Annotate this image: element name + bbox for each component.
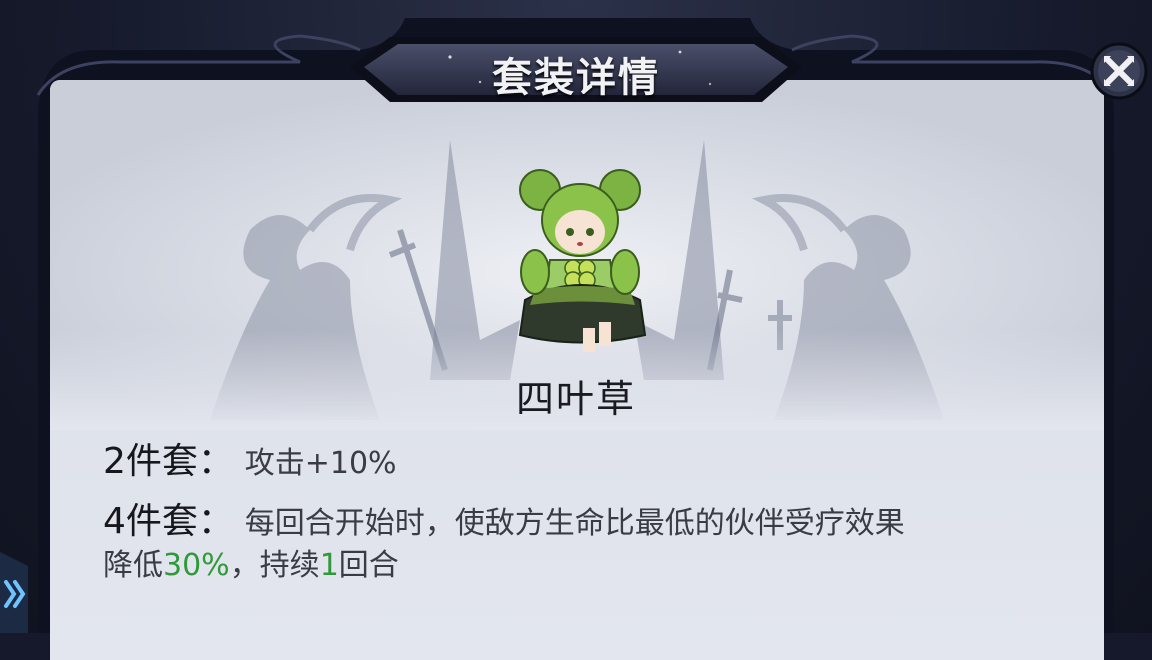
bonus-value: 30%: [163, 548, 230, 583]
bonus-colon: ：: [197, 501, 234, 542]
four-leaf-clover-character-icon: [518, 169, 647, 352]
close-x-icon: [1090, 42, 1148, 100]
set-name: 四叶草: [515, 377, 636, 421]
close-button[interactable]: [1089, 34, 1149, 108]
bonus-text: 每回合开始时，使敌方生命比最低的伙伴受疗效果: [244, 506, 905, 541]
set-bonus-4-continued: 降低30%，持续1回合: [103, 540, 399, 584]
bonus-duration-value: 1: [319, 548, 339, 583]
bonus-colon: ：: [197, 441, 234, 482]
bonus-text: 攻击: [244, 446, 305, 481]
bonus-value: +10%: [304, 446, 397, 481]
double-chevron-right-icon: [0, 552, 28, 633]
set-bonus-2: 2件套： 攻击+10%: [103, 432, 397, 484]
bonus-label: 4件套: [103, 501, 198, 542]
bonus-label: 2件套: [103, 441, 198, 482]
bonus-text: ，持续: [229, 548, 320, 583]
bonus-text: 降低: [103, 548, 163, 583]
set-bonus-4: 4件套： 每回合开始时，使敌方生命比最低的伙伴受疗效果: [103, 492, 905, 544]
page-title: 套装详情: [492, 55, 660, 101]
side-expand-tab[interactable]: [0, 552, 40, 633]
bonus-text: 回合: [338, 548, 399, 583]
